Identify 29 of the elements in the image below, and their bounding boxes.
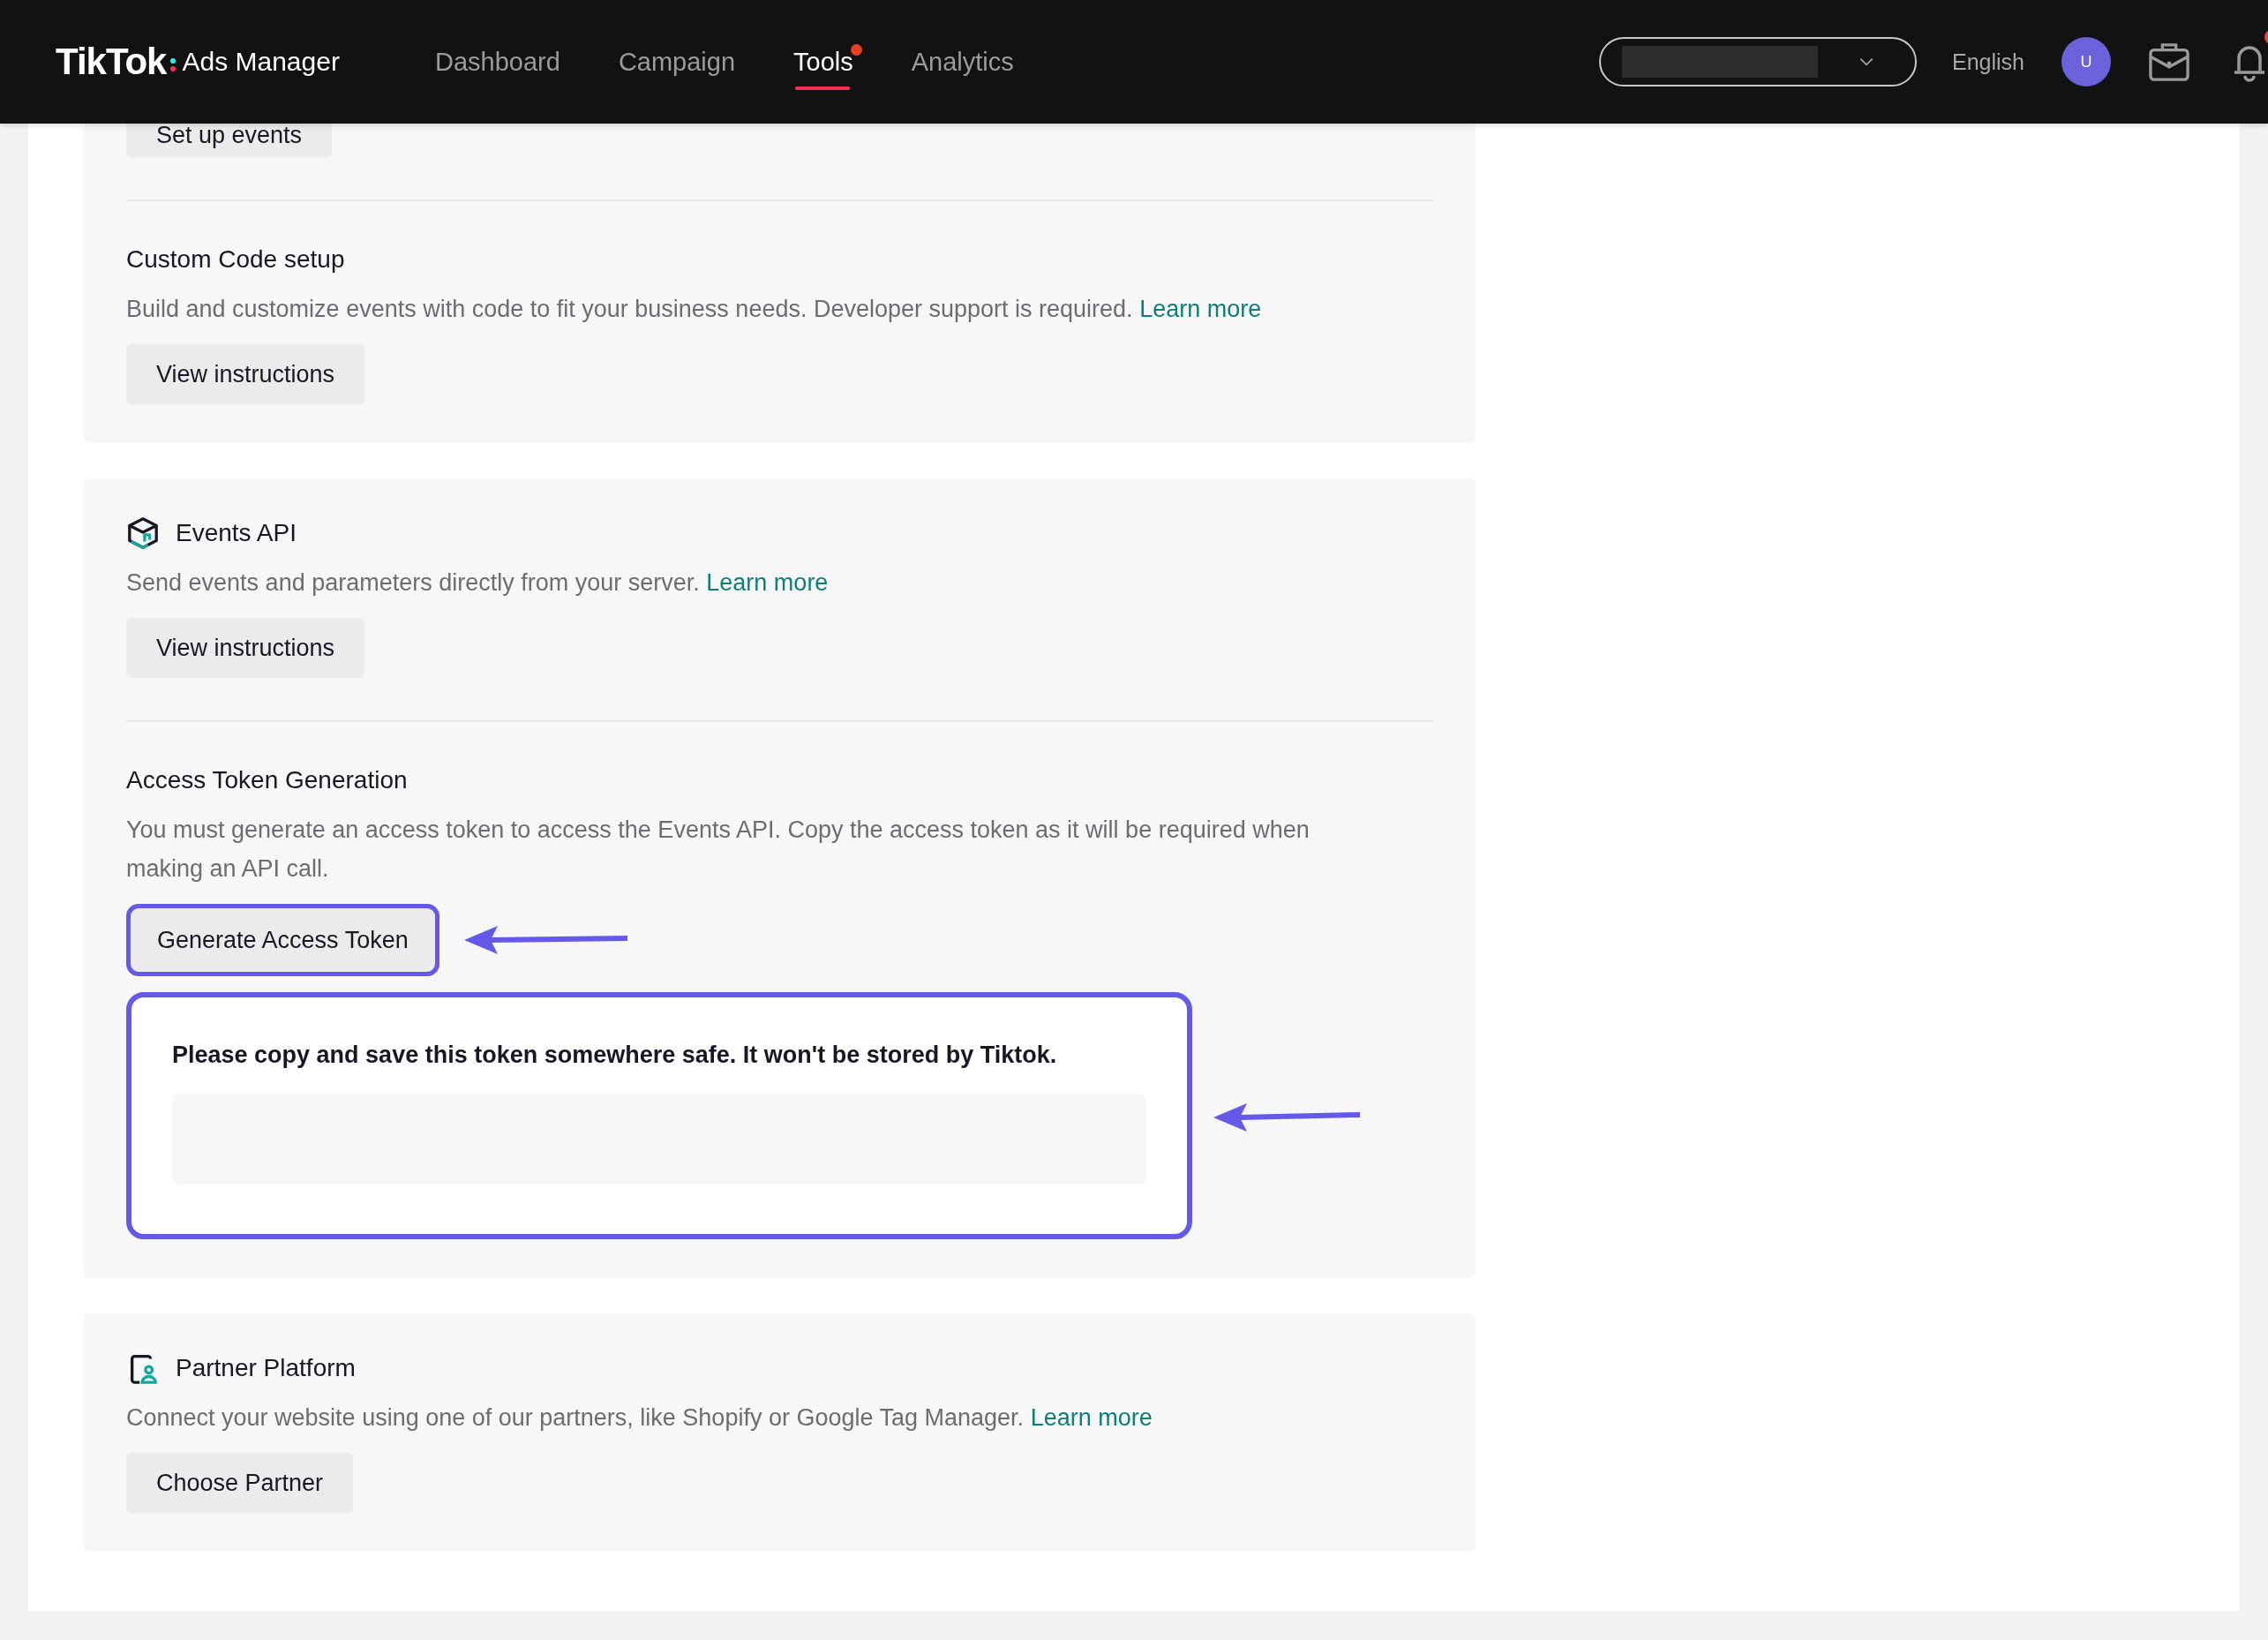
learn-more-link[interactable]: Learn more	[706, 569, 829, 596]
nav-tab[interactable]: Tools	[785, 0, 862, 124]
section-description: Build and customize events with code to fit your business needs. Developer support is required. Learn more	[126, 295, 1263, 324]
section-title: Custom Code setup	[126, 245, 345, 274]
nav-tab[interactable]: Dashboard	[426, 0, 569, 124]
token-notice: Please copy and save this token somewhere safe. It won't be stored by Tiktok.	[172, 1042, 1058, 1069]
action-button[interactable]: View instructions	[126, 618, 365, 678]
section-title: Access Token Generation	[126, 766, 408, 794]
user-avatar[interactable]: U	[2061, 37, 2111, 87]
section-description: Connect your website using one of our partners, like Shopify or Google Tag Manager. Learn more	[126, 1403, 1153, 1433]
action-button[interactable]: View instructions	[126, 344, 365, 404]
chevron-down-icon	[1859, 57, 1874, 66]
language-selector[interactable]: English	[1952, 49, 2024, 75]
product-name: Ads Manager	[182, 47, 340, 77]
section-title: Partner Platform	[176, 1354, 356, 1382]
learn-more-link[interactable]: Learn more	[1139, 296, 1262, 322]
set-up-events-button[interactable]: Set up events	[126, 124, 333, 157]
briefcase-icon[interactable]	[2148, 41, 2190, 82]
nav-tab[interactable]: Campaign	[609, 0, 745, 124]
section-description: Send events and parameters directly from your server. Learn more	[126, 568, 830, 598]
action-button[interactable]: Choose Partner	[126, 1453, 354, 1513]
section-description: You must generate an access token to access the Events API. Copy the access token as it will be required when making an API call.	[126, 816, 1310, 884]
brand-logo[interactable]: TikTok	[56, 41, 167, 83]
action-button[interactable]: Generate Access Token	[126, 904, 439, 976]
learn-more-link[interactable]: Learn more	[1030, 1404, 1153, 1431]
nav-tab[interactable]: Analytics	[902, 0, 1023, 124]
section-title: Events API	[176, 519, 297, 547]
account-selector[interactable]	[1599, 37, 1917, 87]
cube-icon	[126, 516, 160, 550]
